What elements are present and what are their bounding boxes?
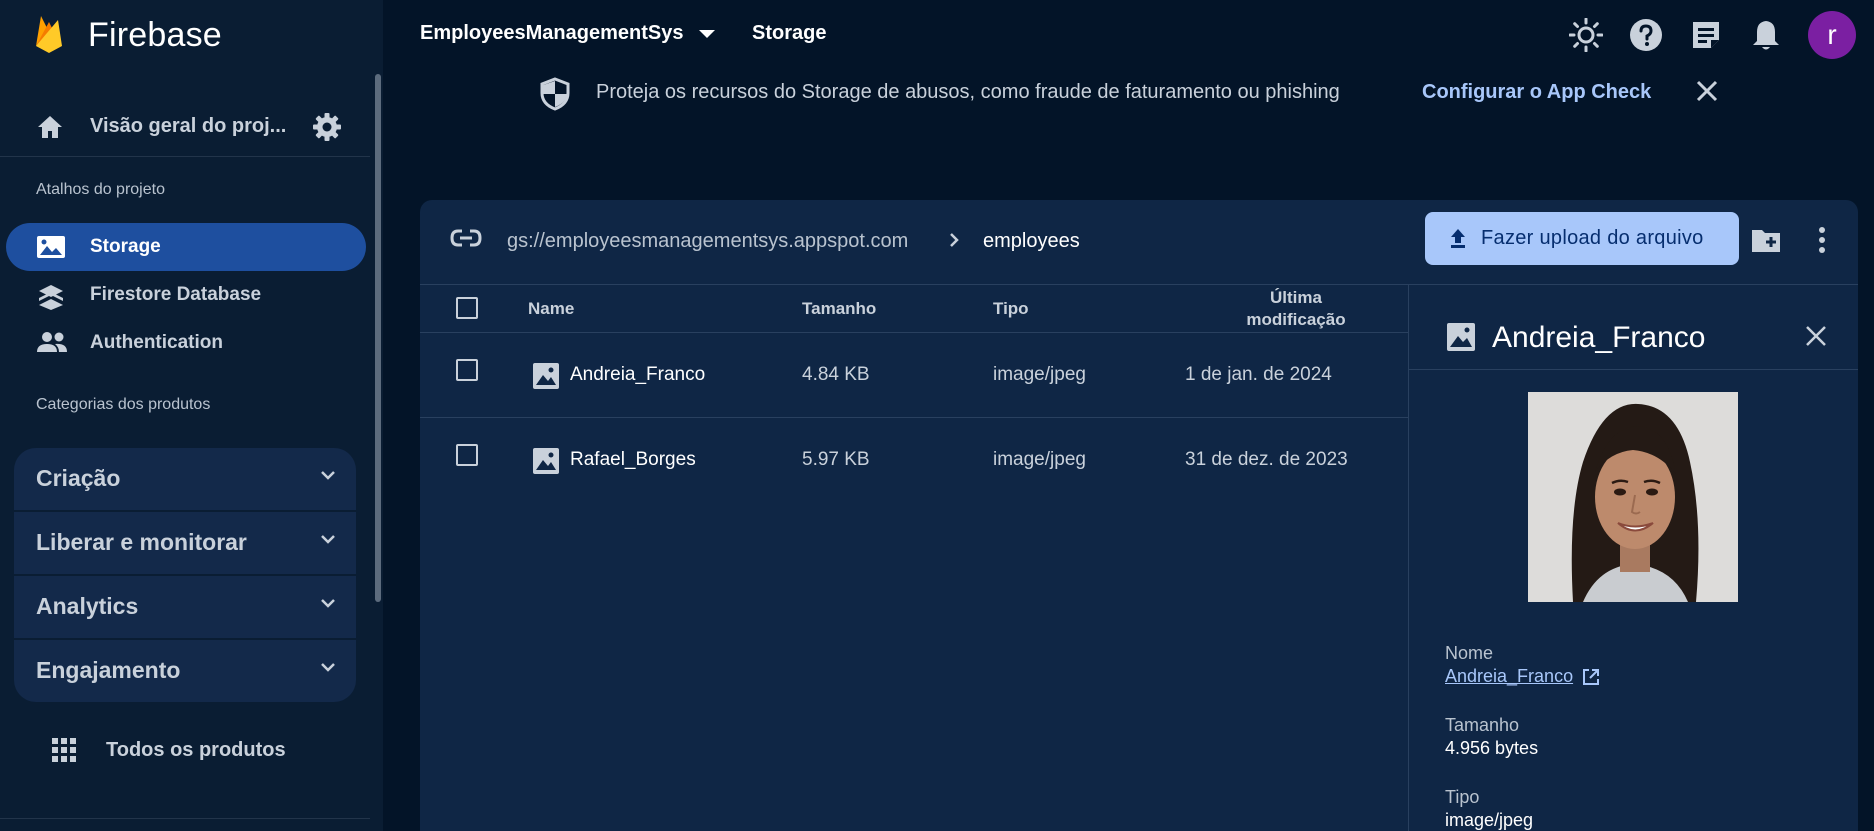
meta-size-label: Tamanho: [1445, 715, 1520, 735]
upload-icon: [1451, 229, 1465, 248]
category-label: Engajamento: [36, 657, 181, 683]
meta-type-label: Tipo: [1445, 787, 1480, 807]
column-header-modified[interactable]: Última: [1236, 288, 1356, 308]
row-checkbox[interactable]: [456, 359, 478, 381]
notifications-icon[interactable]: [1746, 15, 1786, 55]
image-file-icon: [533, 448, 559, 474]
category-label: Liberar e monitorar: [36, 529, 247, 555]
firebase-logo-icon[interactable]: [34, 14, 64, 54]
storage-browser: gs://employeesmanagementsys.appspot.com …: [420, 200, 1858, 831]
sidebar-item-authentication[interactable]: Authentication: [6, 319, 366, 367]
meta-type-value: image/jpeg: [1445, 810, 1534, 830]
project-selector[interactable]: EmployeesManagementSys: [420, 22, 716, 45]
category-build[interactable]: Criação: [14, 448, 356, 510]
open-in-new-icon[interactable]: [1582, 668, 1600, 686]
sidebar-item-label: Authentication: [90, 332, 223, 353]
shortcuts-title: Atalhos do projeto: [36, 181, 165, 198]
avatar[interactable]: r: [1808, 11, 1856, 59]
file-modified: 1 de jan. de 2024: [1185, 364, 1332, 385]
file-size: 5.97 KB: [802, 449, 870, 470]
chevron-down-icon: [321, 535, 335, 544]
people-icon: [37, 332, 67, 352]
category-label: Criação: [36, 465, 121, 491]
file-type: image/jpeg: [993, 449, 1086, 470]
caret-down-icon: [699, 29, 716, 38]
meta-name-label: Nome: [1445, 643, 1494, 663]
sidebar: Visão geral do proj... Atalhos do projet…: [0, 70, 383, 831]
categories-title: Categorias dos produtos: [36, 396, 211, 413]
image-file-icon: [533, 363, 559, 389]
upload-file-button[interactable]: Fazer upload do arquivo: [1425, 212, 1739, 265]
help-icon[interactable]: [1626, 15, 1666, 55]
bucket-path[interactable]: gs://employeesmanagementsys.appspot.com: [507, 230, 908, 253]
select-all-checkbox[interactable]: [456, 297, 478, 319]
project-name: EmployeesManagementSys: [420, 22, 684, 44]
close-icon[interactable]: [1694, 78, 1720, 104]
more-vert-icon[interactable]: [1818, 226, 1826, 254]
path-bar: gs://employeesmanagementsys.appspot.com …: [420, 200, 1858, 284]
file-name[interactable]: Rafael_Borges: [570, 449, 696, 471]
create-folder-icon[interactable]: [1750, 226, 1782, 254]
link-icon[interactable]: [450, 228, 482, 248]
sidebar-item-firestore[interactable]: Firestore Database: [6, 271, 366, 319]
meta-size-value: 4.956 bytes: [1445, 738, 1539, 758]
shield-icon: [540, 77, 570, 111]
column-header-modified-line2: modificação: [1246, 310, 1346, 329]
chevron-down-icon: [321, 471, 335, 480]
chevron-right-icon: [950, 233, 959, 247]
table-row[interactable]: Andreia_Franco 4.84 KB image/jpeg 1 de j…: [420, 333, 1408, 418]
chevron-down-icon: [321, 663, 335, 672]
sidebar-item-label: Firestore Database: [90, 284, 262, 305]
project-overview-item[interactable]: Visão geral do proj...: [0, 94, 370, 158]
row-checkbox[interactable]: [456, 444, 478, 466]
category-engage[interactable]: Engajamento: [14, 640, 356, 702]
column-header-name[interactable]: Name: [528, 299, 574, 319]
upload-file-label: Fazer upload do arquivo: [1481, 227, 1704, 249]
categories-list: Criação Liberar e monitorar Analytics En…: [14, 448, 356, 702]
sidebar-divider: [0, 818, 370, 819]
close-icon[interactable]: [1804, 324, 1828, 348]
all-products-label: Todos os produtos: [106, 739, 286, 761]
column-header-type[interactable]: Tipo: [993, 299, 1029, 319]
all-products-link[interactable]: Todos os produtos: [50, 736, 286, 764]
apps-grid-icon: [52, 738, 76, 762]
table-row[interactable]: Rafael_Borges 5.97 KB image/jpeg 31 de d…: [420, 418, 1408, 503]
category-release-monitor[interactable]: Liberar e monitorar: [14, 512, 356, 574]
file-preview-image[interactable]: [1528, 392, 1738, 602]
sidebar-item-label: Storage: [90, 236, 161, 257]
home-icon: [38, 116, 62, 138]
image-icon: [37, 236, 65, 258]
image-icon: [1447, 323, 1475, 351]
sidebar-item-storage[interactable]: Storage: [6, 223, 366, 271]
project-overview-label: Visão geral do proj...: [90, 115, 287, 137]
file-size: 4.84 KB: [802, 364, 870, 385]
file-name[interactable]: Andreia_Franco: [570, 364, 705, 386]
file-modified: 31 de dez. de 2023: [1185, 449, 1348, 470]
app-title[interactable]: Firebase: [88, 16, 222, 55]
breadcrumb-section: Storage: [752, 22, 827, 44]
divider: [1408, 369, 1858, 370]
release-notes-icon[interactable]: [1686, 15, 1726, 55]
file-name-link[interactable]: Andreia_Franco: [1445, 666, 1573, 687]
configure-app-check-link[interactable]: Configurar o App Check: [1422, 81, 1651, 104]
brand-area: Firebase: [0, 0, 383, 70]
category-label: Analytics: [36, 593, 139, 619]
file-details-panel: Andreia_Franco Nome Andreia_Franco Taman…: [1408, 284, 1858, 831]
banner-text: Proteja os recursos do Storage de abusos…: [596, 81, 1340, 103]
column-header-size[interactable]: Tamanho: [802, 299, 876, 319]
gear-icon[interactable]: [312, 112, 342, 142]
firestore-icon: [39, 285, 63, 310]
sidebar-divider: [0, 156, 370, 157]
details-title: Andreia_Franco: [1492, 321, 1706, 354]
sidebar-scrollbar[interactable]: [375, 74, 381, 602]
chevron-down-icon: [321, 599, 335, 608]
current-folder[interactable]: employees: [983, 230, 1080, 253]
theme-icon[interactable]: [1566, 15, 1606, 55]
top-bar: Firebase EmployeesManagementSys Storage: [0, 0, 1874, 70]
category-analytics[interactable]: Analytics: [14, 576, 356, 638]
file-type: image/jpeg: [993, 364, 1086, 385]
